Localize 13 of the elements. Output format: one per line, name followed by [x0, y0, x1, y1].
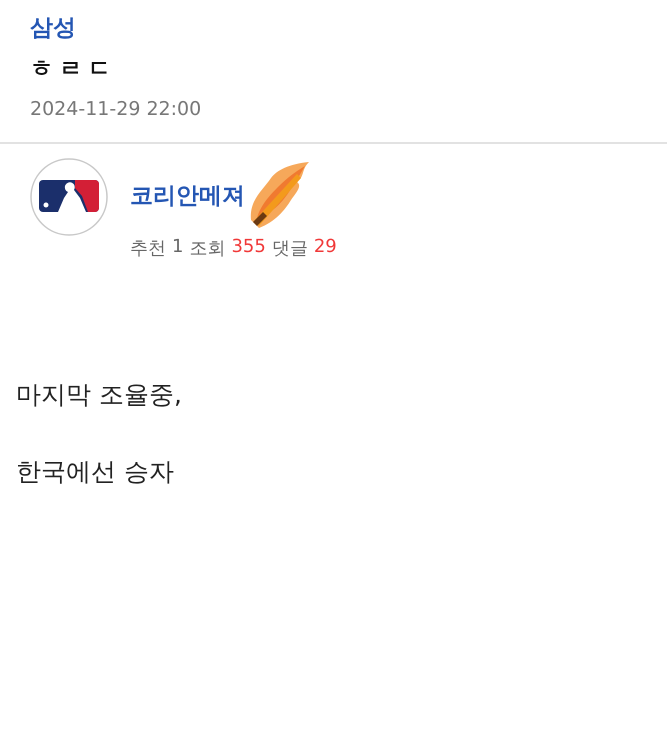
category-label[interactable]: 삼성 — [30, 12, 76, 43]
author-name[interactable]: 코리안메져 — [130, 180, 245, 210]
body-text: 한국에선 승자 — [16, 456, 174, 488]
stat-value: 1 — [172, 236, 184, 259]
post-date: 2024-11-29 22:00 — [30, 98, 202, 120]
stat-label: 추천 — [130, 237, 166, 260]
stat-label: 댓글 — [272, 237, 308, 260]
post-title: ㅎㄹㄷ — [30, 55, 117, 84]
stat-value: 355 — [231, 236, 266, 259]
stat-value: 29 — [314, 236, 337, 259]
body-text: 마지막 조율중, — [16, 379, 182, 411]
stat-label: 조회 — [189, 237, 226, 260]
avatar-icon[interactable] — [30, 158, 108, 236]
